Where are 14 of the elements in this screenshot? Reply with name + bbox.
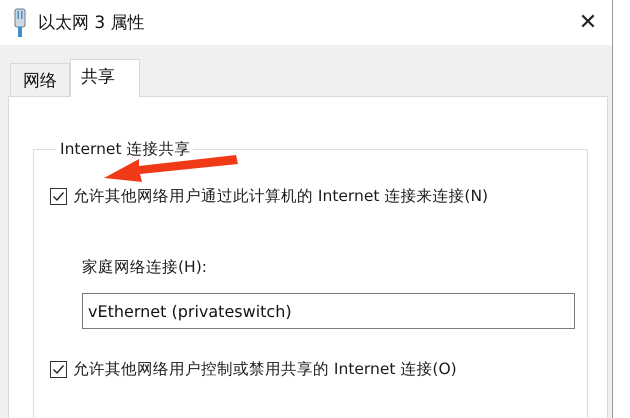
tab[interactable]: 网络 bbox=[10, 63, 70, 96]
checkbox[interactable] bbox=[50, 361, 67, 378]
check-icon bbox=[52, 190, 65, 203]
window-title: 以太网 3 属性 bbox=[38, 12, 146, 34]
network-adapter-icon bbox=[14, 8, 26, 38]
checkbox-label: 允许其他网络用户通过此计算机的 Internet 连接来连接(N) bbox=[73, 186, 488, 207]
checkbox[interactable] bbox=[50, 188, 67, 205]
check-icon bbox=[52, 363, 65, 376]
group-title: Internet 连接共享 bbox=[59, 139, 192, 160]
field-label: 家庭网络连接(H): bbox=[82, 257, 208, 278]
close-icon[interactable]: ✕ bbox=[568, 10, 608, 35]
tab[interactable]: 共享 bbox=[70, 59, 140, 97]
checkbox-label: 允许其他网络用户控制或禁用共享的 Internet 连接(O) bbox=[73, 359, 457, 380]
input-field[interactable]: vEthernet (privateswitch) bbox=[82, 293, 575, 329]
